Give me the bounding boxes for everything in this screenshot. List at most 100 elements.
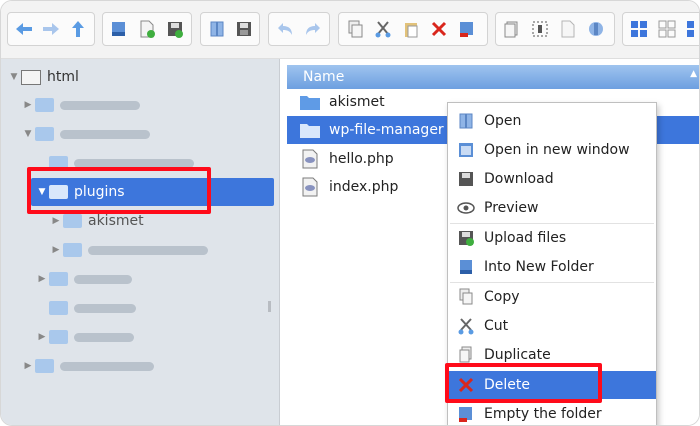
highlight-box-delete	[445, 363, 602, 403]
folder-icon	[299, 92, 321, 112]
blurred-label	[74, 332, 134, 342]
folder-icon	[35, 359, 54, 373]
menu-item-open[interactable]: Open	[448, 107, 656, 135]
empty-folder-icon	[456, 404, 476, 424]
save-icon[interactable]	[161, 14, 189, 44]
rename-icon[interactable]	[554, 14, 582, 44]
menu-item-label: Preview	[484, 200, 539, 216]
tree-root[interactable]: ▼ html	[7, 65, 79, 89]
tree-root-label: html	[47, 69, 79, 85]
delete-icon[interactable]	[425, 14, 453, 44]
menu-item-label: Upload files	[484, 230, 567, 246]
toolbar-nav-group	[7, 12, 95, 46]
collapse-arrow-icon[interactable]: ▼	[7, 72, 21, 82]
menu-item-upload-files[interactable]: Upload files	[448, 224, 656, 252]
menu-item-label: Into New Folder	[484, 259, 594, 275]
new-file-icon[interactable]	[133, 14, 161, 44]
file-name: akismet	[329, 94, 385, 110]
expand-arrow-icon[interactable]: ▶	[49, 245, 63, 255]
expand-arrow-icon[interactable]: ▶	[35, 332, 49, 342]
tree-node-blurred[interactable]: ▶	[21, 93, 140, 117]
menu-item-label: Open	[484, 113, 522, 129]
upload-icon	[456, 228, 476, 248]
expand-arrow-icon[interactable]: ▶	[21, 100, 35, 110]
open-icon	[456, 111, 476, 131]
file-name: wp-file-manager	[329, 122, 444, 138]
folder-icon	[49, 301, 68, 315]
copy-icon	[456, 287, 476, 307]
tree-node-blurred[interactable]: ▶	[35, 325, 134, 349]
blurred-label	[60, 129, 150, 139]
menu-item-copy[interactable]: Copy	[448, 283, 656, 311]
toolbar-file-group	[102, 12, 192, 46]
toolbar-open-group	[200, 12, 260, 46]
menu-item-label: Copy	[484, 289, 520, 305]
menu-item-label: Duplicate	[484, 347, 551, 363]
tree-node-blurred[interactable]: ▶	[49, 238, 208, 262]
folder-icon	[49, 272, 68, 286]
sort-arrow-icon[interactable]: ▲	[690, 69, 697, 79]
column-header-label: Name	[303, 69, 345, 85]
menu-item-cut[interactable]: Cut	[448, 312, 656, 340]
blurred-label	[60, 361, 154, 371]
paste-icon[interactable]	[397, 14, 425, 44]
icons-view-icon[interactable]	[625, 14, 653, 44]
blurred-label	[60, 100, 140, 110]
expand-arrow-icon[interactable]: ▶	[21, 361, 35, 371]
folder-icon	[63, 243, 82, 257]
menu-item-label: Cut	[484, 318, 509, 334]
download-icon[interactable]	[105, 14, 133, 44]
more-icon[interactable]	[681, 14, 699, 44]
menu-item-label: Download	[484, 171, 554, 187]
php-file-icon	[299, 149, 321, 169]
new-folder-icon	[456, 257, 476, 277]
cut-icon[interactable]	[369, 14, 397, 44]
folder-icon	[299, 120, 321, 140]
expand-arrow-icon[interactable]: ▶	[35, 274, 49, 284]
folder-icon	[63, 214, 82, 228]
empty-icon[interactable]	[453, 14, 481, 44]
blurred-label	[74, 274, 132, 284]
save-disk-icon[interactable]	[230, 14, 257, 44]
tree-node-blurred[interactable]: ▶	[35, 267, 132, 291]
sidebar-resize-handle[interactable]	[268, 301, 271, 312]
file-name: hello.php	[329, 151, 394, 167]
open-icon[interactable]	[203, 14, 230, 44]
network-icon[interactable]	[582, 14, 610, 44]
tree-node-blurred[interactable]: ▼	[21, 122, 150, 146]
php-file-icon	[299, 177, 321, 197]
download-icon	[456, 169, 476, 189]
menu-item-label: Empty the folder	[484, 406, 602, 422]
file-name: index.php	[329, 179, 399, 195]
tree-node-blurred[interactable]	[49, 296, 136, 320]
blurred-label	[88, 245, 208, 255]
drive-icon	[21, 69, 41, 85]
list-view-icon[interactable]	[653, 14, 681, 44]
menu-item-into-new-folder[interactable]: Into New Folder	[448, 253, 656, 281]
menu-item-download[interactable]: Download	[448, 165, 656, 193]
duplicate-icon[interactable]	[498, 14, 526, 44]
expand-arrow-icon[interactable]: ▶	[49, 216, 63, 226]
copy-icon[interactable]	[341, 14, 369, 44]
undo-icon[interactable]	[271, 14, 299, 44]
tree-node-label: akismet	[88, 213, 144, 229]
toolbar	[1, 1, 699, 59]
up-icon[interactable]	[65, 14, 92, 44]
toolbar-history-group	[268, 12, 330, 46]
menu-item-open-new-window[interactable]: Open in new window	[448, 136, 656, 164]
tree-node-blurred[interactable]: ▶	[21, 354, 154, 378]
select-all-icon[interactable]	[526, 14, 554, 44]
column-header-name[interactable]: Name ▲	[287, 65, 699, 89]
toolbar-edit-group	[338, 12, 488, 46]
toolbar-view-group	[495, 12, 615, 46]
blurred-label	[74, 303, 136, 313]
back-icon[interactable]	[10, 14, 37, 44]
new-window-icon	[456, 140, 476, 160]
menu-item-empty-folder[interactable]: Empty the folder	[448, 400, 656, 425]
collapse-arrow-icon[interactable]: ▼	[21, 129, 35, 139]
file-manager-window: ▼ html ▶ ▼ ▼ plugins ▶ akismet ▶ ▶ ▶ ▶ N…	[0, 0, 700, 426]
redo-icon[interactable]	[299, 14, 327, 44]
forward-icon[interactable]	[37, 14, 64, 44]
menu-item-preview[interactable]: Preview	[448, 194, 656, 222]
tree-node-akismet[interactable]: ▶ akismet	[49, 209, 144, 233]
